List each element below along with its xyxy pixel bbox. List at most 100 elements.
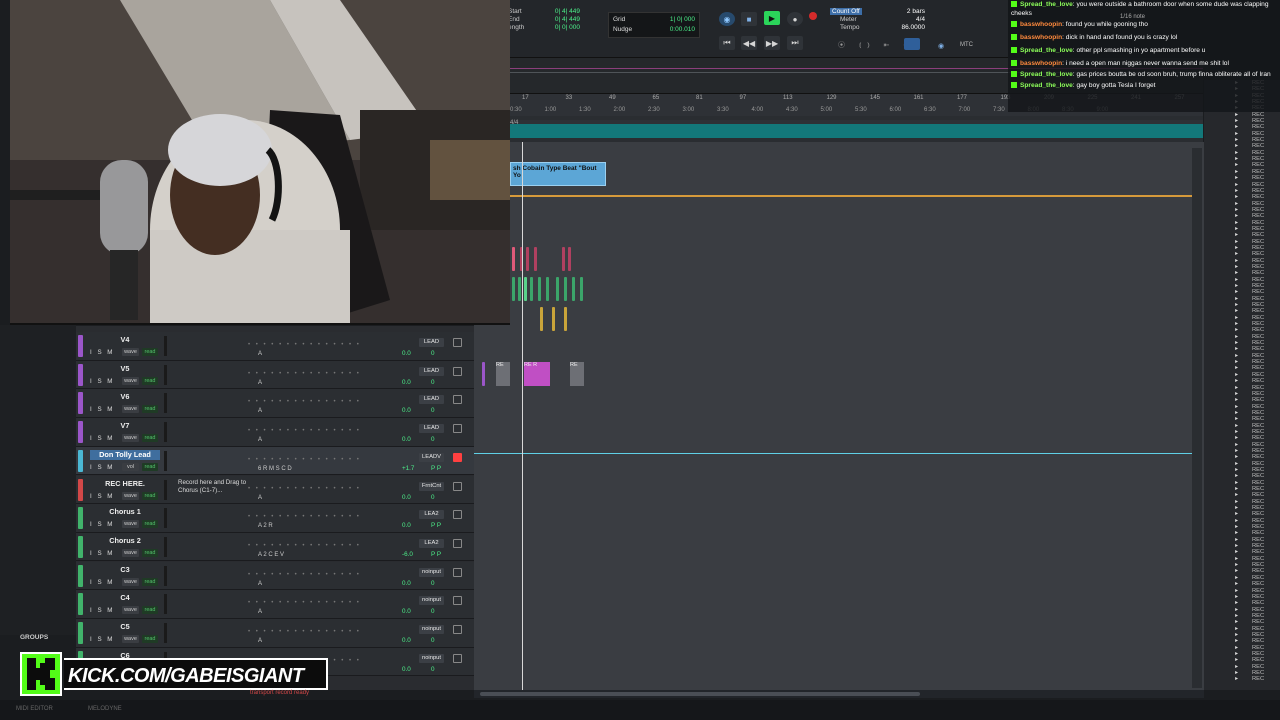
track-options-icon[interactable]: [453, 366, 462, 376]
automation-mode[interactable]: read: [142, 577, 158, 586]
insert-slots[interactable]: • • • • • • • • • • • • • • •: [248, 342, 361, 348]
output-selector[interactable]: LEAD: [419, 424, 444, 434]
track-options-icon[interactable]: [453, 452, 462, 462]
view-selector[interactable]: wave: [122, 577, 139, 586]
end-value[interactable]: 0| 4| 449: [530, 16, 580, 24]
output-selector[interactable]: noinput: [419, 567, 444, 577]
tab-midi-editor[interactable]: MIDI EDITOR: [16, 706, 53, 712]
track-name[interactable]: C5: [90, 622, 160, 632]
sync-icon[interactable]: [904, 38, 920, 50]
pan-value[interactable]: P P: [431, 522, 441, 529]
input-solo-mute-buttons[interactable]: I S M: [90, 607, 114, 614]
view-selector[interactable]: wave: [122, 635, 139, 643]
pan-value[interactable]: 0: [431, 580, 435, 587]
track-color-swatch[interactable]: [78, 421, 83, 444]
track-options-icon[interactable]: [453, 481, 462, 491]
track-options-icon[interactable]: [453, 596, 462, 606]
mtc-button[interactable]: MTC: [960, 42, 973, 48]
automation-mode[interactable]: read: [142, 491, 158, 500]
pan-value[interactable]: 0: [431, 407, 435, 414]
pan-value[interactable]: 0: [431, 494, 435, 501]
volume-value[interactable]: 0.0: [402, 522, 411, 529]
track-row[interactable]: V7 I S M wave read • • • • • • • • • • • • •…: [76, 418, 474, 447]
input-solo-mute-buttons[interactable]: I S M: [90, 550, 114, 557]
chat-username[interactable]: Spread_the_love: [1020, 82, 1073, 89]
sends-indicator[interactable]: A: [258, 380, 262, 386]
return-to-zero-button[interactable]: ⏮: [719, 36, 735, 50]
input-solo-mute-buttons[interactable]: I S M: [90, 579, 114, 586]
output-selector[interactable]: LEA2: [419, 510, 444, 520]
insert-slots[interactable]: • • • • • • • • • • • • • • •: [248, 486, 361, 492]
automation-mode[interactable]: read: [142, 376, 158, 385]
vocal-clips-cluster-4[interactable]: RE RE R RE: [482, 362, 584, 388]
input-solo-mute-buttons[interactable]: I S M: [90, 521, 114, 528]
output-selector[interactable]: LEA2: [419, 538, 444, 548]
automation-mode[interactable]: read: [142, 635, 158, 643]
sends-indicator[interactable]: 6 R M S C D: [258, 466, 292, 472]
track-name[interactable]: Don Tolly Lead: [90, 449, 160, 460]
chat-username[interactable]: Spread_the_love: [1020, 71, 1073, 78]
vertical-scrollbar[interactable]: [1192, 148, 1202, 688]
horizontal-scrollbar[interactable]: [474, 690, 1204, 698]
link-icon[interactable]: ◉: [938, 42, 944, 50]
track-row[interactable]: Don Tolly Lead I S M vol read • • • • • • • …: [76, 446, 474, 476]
track-row[interactable]: C4 I S M wave read • • • • • • • • • • • • •…: [76, 590, 474, 619]
track-name[interactable]: V5: [90, 364, 160, 374]
count-off-button[interactable]: Count Off: [830, 8, 862, 15]
sends-indicator[interactable]: A 2 R: [258, 523, 273, 529]
vocal-clips-cluster-3[interactable]: [540, 307, 580, 333]
sends-indicator[interactable]: A: [258, 581, 262, 587]
tab-melodyne[interactable]: MELODYNE: [88, 706, 122, 712]
track-row[interactable]: Chorus 2 I S M wave read • • • • • • • • • •…: [76, 532, 474, 562]
input-solo-mute-buttons[interactable]: I S M: [90, 493, 114, 500]
groups-header[interactable]: GROUPS: [20, 634, 76, 646]
list-item[interactable]: ▸ REC: [1204, 676, 1280, 682]
chat-username[interactable]: Spread_the_love: [1020, 47, 1073, 54]
sends-indicator[interactable]: A: [258, 437, 262, 443]
track-color-swatch[interactable]: [78, 622, 83, 644]
insert-slots[interactable]: • • • • • • • • • • • • • • •: [248, 629, 361, 635]
track-color-swatch[interactable]: [78, 335, 83, 357]
volume-value[interactable]: 0.0: [402, 608, 411, 615]
meter-value[interactable]: 4/4: [916, 16, 925, 24]
view-selector[interactable]: wave: [122, 405, 139, 414]
volume-value[interactable]: 0.0: [402, 436, 411, 443]
expand-arrow-icon[interactable]: ▸: [1204, 676, 1238, 682]
volume-value[interactable]: 0.0: [402, 637, 411, 644]
track-name[interactable]: Chorus 2: [90, 536, 160, 546]
pan-value[interactable]: 0: [431, 436, 435, 443]
volume-value[interactable]: +1.7: [402, 465, 414, 472]
input-solo-mute-buttons[interactable]: I S M: [90, 349, 114, 356]
insert-slots[interactable]: • • • • • • • • • • • • • • •: [248, 371, 361, 377]
track-row[interactable]: V4 I S M wave read • • • • • • • • • • • • •…: [76, 332, 474, 361]
automation-mode[interactable]: read: [142, 520, 158, 529]
insert-slots[interactable]: • • • • • • • • • • • • • • •: [248, 428, 361, 434]
start-value[interactable]: 0| 4| 449: [530, 8, 580, 16]
automation-mode[interactable]: read: [142, 606, 158, 615]
insert-slots[interactable]: • • • • • • • • • • • • • • •: [248, 399, 361, 405]
vocal-clips-cluster-2[interactable]: [512, 277, 592, 305]
volume-value[interactable]: 0.0: [402, 494, 411, 501]
track-list-panel[interactable]: ▸ REC ▸ REC ▸ REC ▸ REC ▸ REC ▸ REC ▸ REC ▸ REC ▸ REC ▸ REC…: [1204, 80, 1280, 690]
track-row[interactable]: REC HERE. I S M wave read Record here and Dr…: [76, 475, 474, 504]
pan-value[interactable]: 0: [431, 608, 435, 615]
pan-value[interactable]: 0: [431, 350, 435, 357]
track-options-icon[interactable]: [453, 338, 462, 347]
output-selector[interactable]: LEAD: [419, 338, 444, 347]
volume-value[interactable]: 0.0: [402, 580, 411, 587]
output-selector[interactable]: LEADV: [419, 452, 444, 462]
output-selector[interactable]: noinput: [419, 625, 444, 634]
output-selector[interactable]: FrntCnt: [419, 481, 444, 491]
play-button[interactable]: ▶: [764, 11, 780, 25]
output-selector[interactable]: LEAD: [419, 366, 444, 376]
track-options-icon[interactable]: [453, 567, 462, 577]
track-options-icon[interactable]: [453, 538, 462, 548]
pan-value[interactable]: P P: [431, 551, 441, 558]
volume-value[interactable]: 0.0: [402, 379, 411, 386]
track-row[interactable]: Chorus 1 I S M wave read • • • • • • • • • •…: [76, 504, 474, 533]
sends-indicator[interactable]: A: [258, 638, 262, 644]
scroll-thumb[interactable]: [480, 692, 920, 696]
edit-window[interactable]: sh Cobain Type Beat "Bout Yo RE RE R RE: [474, 142, 1204, 690]
chat-username[interactable]: basswhoopin: [1020, 34, 1062, 41]
track-row[interactable]: V5 I S M wave read • • • • • • • • • • • • •…: [76, 360, 474, 390]
